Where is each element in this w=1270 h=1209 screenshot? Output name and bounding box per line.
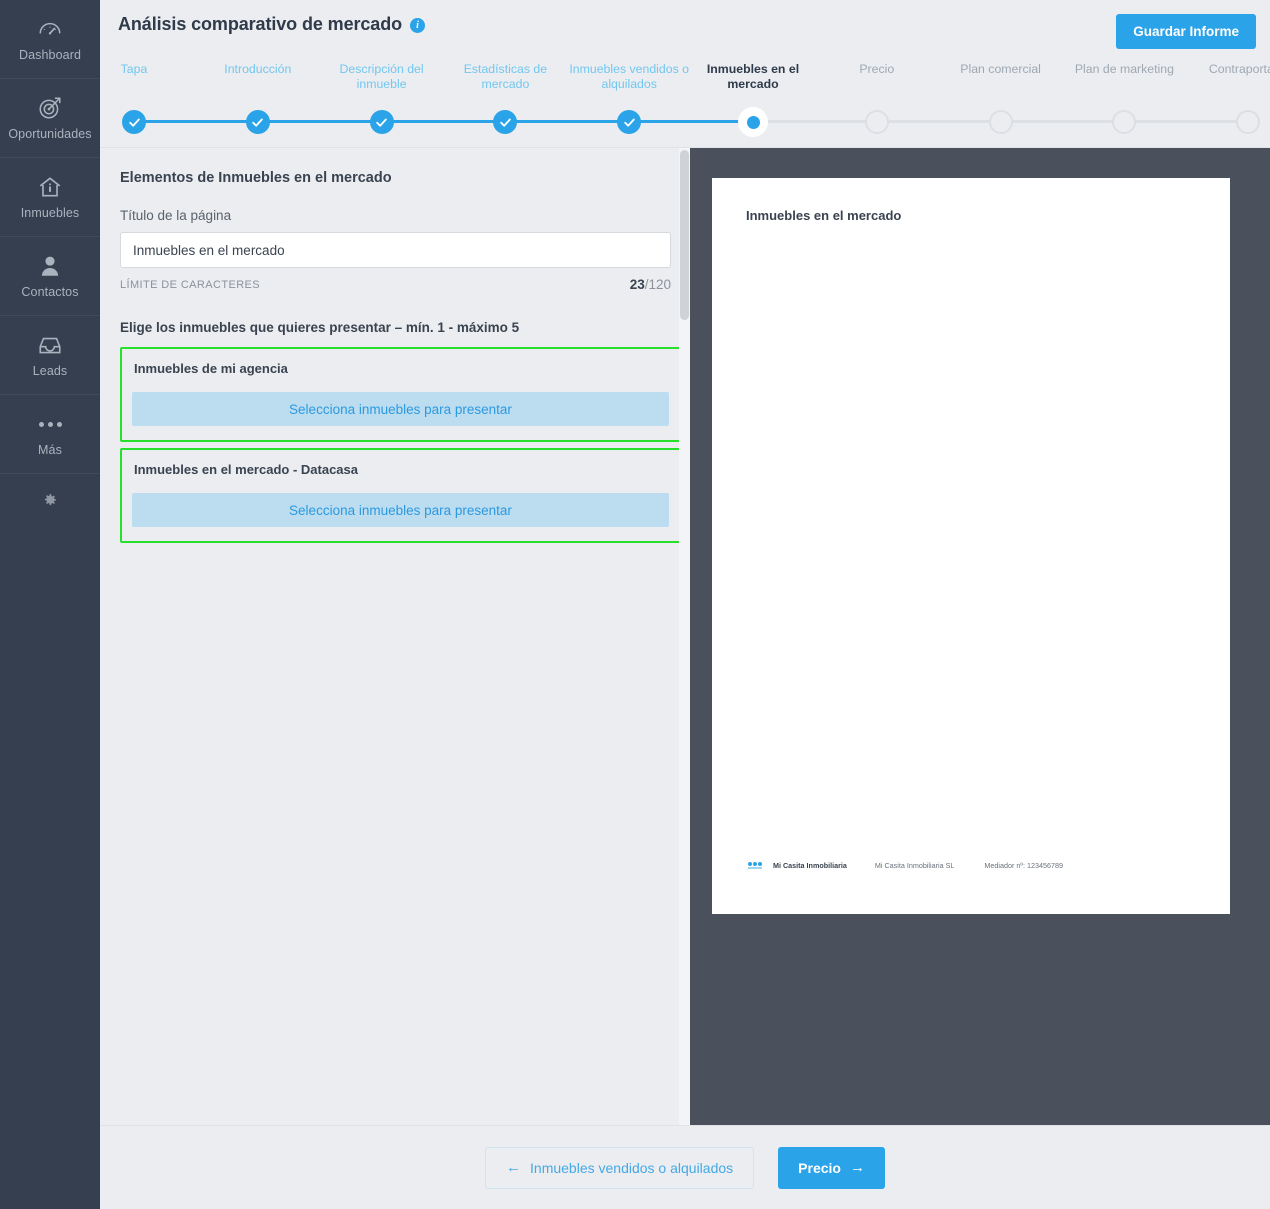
char-counter: 23/120 — [630, 277, 671, 292]
stepper-dot-2[interactable] — [369, 110, 394, 134]
property-card-title: Inmuebles de mi agencia — [134, 361, 288, 376]
stepper-dot-4[interactable] — [617, 110, 642, 134]
stepper-step-label: Precio — [859, 62, 895, 76]
ellipsis-icon — [38, 411, 62, 437]
sidebar-label: Oportunidades — [8, 127, 92, 141]
inbox-icon — [37, 332, 63, 358]
stepper-dot-5[interactable] — [738, 107, 768, 137]
stepper-step-label: Descripción del inmueble — [339, 62, 424, 91]
next-step-label: Precio — [798, 1159, 841, 1176]
main-area: Análisis comparativo de mercado i Guarda… — [100, 0, 1270, 1209]
preview-pane: Inmuebles en el mercado Mi Casita Inmobi… — [690, 148, 1270, 1125]
stepper-step-2[interactable]: Descripción del inmueble — [320, 62, 444, 92]
sidebar-item-inmuebles[interactable]: Inmuebles — [0, 158, 100, 237]
save-report-button[interactable]: Guardar Informe — [1116, 14, 1256, 49]
sidebar-label: Dashboard — [18, 48, 82, 62]
sidebar-item-leads[interactable]: Leads — [0, 316, 100, 395]
char-max: /120 — [644, 277, 671, 292]
gear-icon — [41, 491, 59, 514]
stepper-step-9[interactable]: Contraportada — [1186, 62, 1270, 77]
sidebar-item-contactos[interactable]: Contactos — [0, 237, 100, 316]
stepper-step-label: Tapa — [120, 62, 148, 76]
stepper-step-5[interactable]: Inmuebles en el mercado — [691, 62, 815, 92]
footer-brand: Mi Casita Inmobiliaria — [773, 860, 847, 870]
stepper-track-progress — [134, 120, 757, 123]
sidebar-item-oportunidades[interactable]: Oportunidades — [0, 79, 100, 158]
person-icon — [37, 253, 63, 279]
arrow-right-icon: → — [849, 1159, 865, 1176]
previous-step-label: Inmuebles vendidos o alquilados — [530, 1159, 734, 1176]
target-icon — [37, 95, 63, 121]
document-title: Inmuebles en el mercado — [746, 208, 902, 223]
check-icon — [128, 118, 140, 127]
check-icon — [623, 118, 635, 127]
sidebar-label: Inmuebles — [20, 206, 80, 220]
choose-properties-label: Elige los inmuebles que quieres presenta… — [120, 320, 520, 335]
gauge-icon — [37, 16, 63, 42]
editor-pane: Elementos de Inmuebles en el mercado Tít… — [100, 148, 690, 1125]
page-title: Análisis comparativo de mercado — [118, 14, 403, 34]
select-properties-button-agency[interactable]: Selecciona inmuebles para presentar — [132, 392, 669, 426]
property-card-title: Inmuebles en el mercado - Datacasa — [134, 462, 358, 477]
stepper-step-6[interactable]: Precio — [815, 62, 939, 77]
stepper-dot-1[interactable] — [245, 110, 270, 134]
document-footer: Mi Casita Inmobiliaria Mi Casita Inmobil… — [746, 858, 1063, 872]
body-split: Elementos de Inmuebles en el mercado Tít… — [100, 148, 1270, 1125]
stepper-step-label: Contraportada — [1208, 62, 1270, 76]
wizard-footer-nav: ← Inmuebles vendidos o alquilados Precio… — [100, 1125, 1270, 1209]
property-card-agency: Inmuebles de mi agencia Selecciona inmue… — [120, 347, 683, 442]
section-title: Elementos de Inmuebles en el mercado — [120, 170, 392, 186]
stepper-step-label: Plan comercial — [960, 62, 1041, 76]
char-limit-row: LÍMITE DE CARACTERES 23/120 — [120, 277, 671, 292]
app-root: Dashboard Oportunidades Inmuebles Contac… — [0, 0, 1270, 1209]
stepper-dot-6[interactable] — [864, 110, 889, 134]
sidebar-label: Contactos — [21, 285, 79, 299]
stepper-dot-7[interactable] — [988, 110, 1013, 134]
sidebar-item-settings[interactable] — [0, 474, 100, 530]
stepper-step-label: Inmuebles vendidos o alquilados — [569, 62, 689, 91]
editor-scrollbar-thumb[interactable] — [680, 150, 689, 320]
stepper-step-label: Estadísticas de mercado — [463, 62, 548, 91]
editor-scrollbar[interactable] — [679, 148, 690, 1125]
footer-license: Mediador nº: 123456789 — [984, 860, 1063, 870]
agency-logo-icon — [746, 858, 763, 872]
next-step-button[interactable]: Precio → — [778, 1146, 885, 1189]
check-icon — [376, 118, 387, 127]
arrow-left-icon: ← — [506, 1159, 522, 1176]
char-limit-label: LÍMITE DE CARACTERES — [120, 278, 261, 291]
stepper-step-0[interactable]: Tapa — [72, 62, 196, 77]
property-card-market: Inmuebles en el mercado - Datacasa Selec… — [120, 448, 683, 543]
current-step-dot — [746, 115, 760, 129]
title-row: Análisis comparativo de mercado i — [100, 0, 1270, 35]
footer-legal-name: Mi Casita Inmobiliaria SL — [874, 860, 955, 870]
stepper-step-1[interactable]: Introducción — [196, 62, 320, 77]
sidebar-item-mas[interactable]: Más — [0, 395, 100, 474]
title-field-label: Título de la página — [120, 208, 232, 223]
stepper-dot-0[interactable] — [122, 110, 146, 134]
main-sidebar: Dashboard Oportunidades Inmuebles Contac… — [0, 0, 100, 1209]
sidebar-label: Leads — [32, 364, 68, 378]
stepper-step-8[interactable]: Plan de marketing — [1062, 62, 1186, 77]
page-title-input[interactable] — [120, 232, 671, 268]
stepper-step-4[interactable]: Inmuebles vendidos o alquilados — [567, 62, 691, 92]
info-icon[interactable]: i — [410, 18, 426, 33]
page-header: Análisis comparativo de mercado i Guarda… — [100, 0, 1270, 148]
stepper-step-label: Plan de marketing — [1074, 62, 1174, 76]
wizard-stepper: Tapa Introducción Descripción del inmueble… — [100, 62, 1270, 148]
check-icon — [500, 118, 511, 127]
house-icon — [37, 174, 63, 200]
check-icon — [252, 118, 264, 127]
stepper-step-label: Introducción — [224, 62, 292, 76]
stepper-dot-8[interactable] — [1112, 110, 1137, 134]
stepper-dot-3[interactable] — [493, 110, 518, 134]
stepper-step-label: Inmuebles en el mercado — [706, 62, 800, 91]
char-used: 23 — [629, 277, 645, 292]
stepper-step-7[interactable]: Plan comercial — [939, 62, 1063, 77]
sidebar-label: Más — [38, 443, 62, 457]
previous-step-button[interactable]: ← Inmuebles vendidos o alquilados — [485, 1146, 755, 1189]
stepper-step-3[interactable]: Estadísticas de mercado — [443, 62, 567, 92]
document-preview: Inmuebles en el mercado Mi Casita Inmobi… — [712, 178, 1230, 914]
select-properties-button-market[interactable]: Selecciona inmuebles para presentar — [132, 493, 669, 527]
stepper-dot-9[interactable] — [1236, 110, 1261, 134]
